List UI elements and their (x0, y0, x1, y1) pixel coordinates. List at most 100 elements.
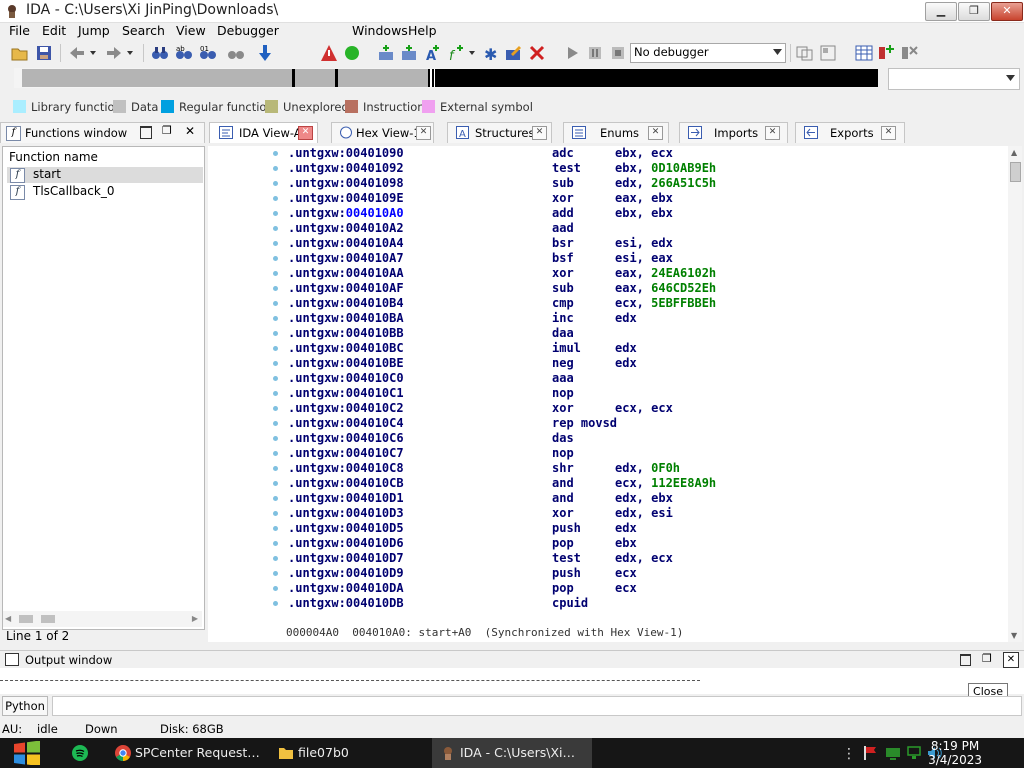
save-icon[interactable] (35, 44, 53, 62)
warning-icon[interactable] (320, 44, 338, 62)
device-icon[interactable] (885, 745, 901, 761)
line-address: .untgxw:004010D5 (288, 521, 404, 535)
float-panel-icon[interactable]: ❐ (162, 124, 172, 137)
more-icon[interactable]: ⋮ (842, 746, 856, 762)
delete-icon[interactable] (528, 44, 546, 62)
function-row-start[interactable]: f start (7, 167, 203, 183)
close-panel-icon[interactable]: ✕ (185, 124, 195, 138)
minimize-button[interactable]: ▁ (925, 2, 957, 21)
asterisk-icon[interactable]: ✱ (482, 44, 500, 62)
search-next-icon[interactable] (227, 44, 245, 62)
navigation-select[interactable] (888, 68, 1020, 90)
binoculars-icon[interactable] (151, 44, 169, 62)
tab-structures[interactable]: A Structures ✕ (447, 122, 552, 143)
debug-windows-icon[interactable] (796, 44, 814, 62)
tab-exports[interactable]: Exports ✕ (795, 122, 905, 143)
spotify-icon[interactable] (72, 745, 88, 761)
grid-table-icon[interactable] (855, 44, 873, 62)
add-string-icon[interactable]: A (424, 44, 442, 62)
play-icon[interactable] (563, 44, 581, 62)
jump-down-icon[interactable] (256, 44, 274, 62)
scroll-left-icon[interactable]: ◀ (5, 614, 11, 623)
scroll-thumb[interactable] (1010, 162, 1021, 182)
scroll-thumb[interactable] (41, 615, 55, 623)
horizontal-scrollbar[interactable]: ◀ ▶ (3, 611, 202, 627)
search-binary-icon[interactable]: 01 (199, 44, 217, 62)
function-name: start (33, 167, 61, 181)
menu-view[interactable]: View (176, 23, 206, 38)
menu-windows[interactable]: Windows (352, 23, 408, 38)
tab-ida-view[interactable]: IDA View-A ✕ (209, 122, 318, 143)
scroll-down-icon[interactable]: ▼ (1011, 631, 1017, 640)
line-marker-dot (273, 496, 278, 501)
forward-arrow-icon[interactable] (105, 44, 123, 62)
instruction-mnemonic: imul (552, 341, 581, 355)
taskbar-item-chrome[interactable]: SPCenter Request… (107, 738, 267, 768)
close-tab-icon[interactable]: ✕ (416, 126, 431, 140)
maximize-button[interactable]: ❐ (958, 2, 990, 21)
python-button[interactable]: Python (2, 696, 48, 716)
close-output-button[interactable]: ✕ (1003, 652, 1019, 668)
navigation-band[interactable] (14, 68, 878, 88)
debugger-select[interactable]: No debugger (630, 43, 786, 63)
chevron-down-icon[interactable] (88, 44, 98, 62)
network-icon[interactable] (906, 745, 922, 761)
menu-search[interactable]: Search (122, 23, 165, 38)
direction-status: Down (85, 722, 118, 736)
add-function-icon[interactable]: f (448, 44, 466, 62)
close-tab-icon[interactable]: ✕ (648, 126, 663, 140)
tile-windows-icon[interactable] (819, 44, 837, 62)
clock-date: 3/4/2023 (928, 753, 982, 767)
menu-help[interactable]: Help (408, 23, 437, 38)
tab-hex-view[interactable]: Hex View-1 ✕ (331, 122, 434, 143)
scroll-up-icon[interactable]: ▲ (1011, 148, 1017, 157)
output-window-icon (5, 653, 19, 666)
disassembly-view[interactable]: .untgxw:00401090 adc ebx, ecx .untgxw:00401… (208, 146, 1022, 642)
line-address: .untgxw:004010DA (288, 581, 404, 595)
float-panel-icon[interactable]: ❐ (982, 652, 992, 665)
close-tab-icon[interactable]: ✕ (765, 126, 780, 140)
line-address: .untgxw:004010A2 (288, 221, 404, 235)
menu-jump[interactable]: Jump (78, 23, 110, 38)
taskbar-item-folder[interactable]: file07b0 (272, 738, 422, 768)
python-command-input[interactable] (52, 696, 1022, 716)
chevron-down-icon[interactable] (467, 44, 477, 62)
pause-icon[interactable] (586, 44, 604, 62)
add-struct-icon[interactable] (400, 44, 418, 62)
maximize-panel-icon[interactable] (960, 654, 971, 666)
tab-enums[interactable]: Enums ✕ (563, 122, 669, 143)
scroll-thumb[interactable] (19, 615, 33, 623)
tab-imports[interactable]: Imports ✕ (679, 122, 788, 143)
add-segment-icon[interactable] (377, 44, 395, 62)
function-name-header[interactable]: Function name (9, 150, 98, 164)
edit-function-icon[interactable] (505, 44, 523, 62)
close-window-button[interactable]: ✕ (991, 2, 1023, 21)
close-tab-icon[interactable]: ✕ (298, 126, 313, 140)
chevron-down-icon[interactable] (125, 44, 135, 62)
menu-edit[interactable]: Edit (42, 23, 66, 38)
close-tab-icon[interactable]: ✕ (532, 126, 547, 140)
flag-icon[interactable] (862, 745, 878, 761)
line-marker-dot (273, 451, 278, 456)
function-row-tlscallback[interactable]: f TlsCallback_0 (7, 184, 203, 200)
search-text-icon[interactable]: ab (175, 44, 193, 62)
scroll-right-icon[interactable]: ▶ (192, 614, 198, 623)
taskbar-item-ida[interactable]: IDA - C:\Users\Xi… (432, 738, 592, 768)
vertical-scrollbar[interactable]: ▲ ▼ (1008, 146, 1022, 642)
windows-start-icon[interactable] (12, 741, 42, 765)
output-log[interactable] (0, 668, 1024, 694)
menu-file[interactable]: File (9, 23, 30, 38)
back-arrow-icon[interactable] (68, 44, 86, 62)
green-circle-icon[interactable] (343, 44, 361, 62)
open-folder-icon[interactable] (11, 44, 29, 62)
toolbar-separator (790, 44, 791, 62)
clock[interactable]: 8:19 PM 3/4/2023 (928, 739, 982, 767)
menu-debugger[interactable]: Debugger (217, 23, 279, 38)
tab-functions-window[interactable]: f Functions window ❐ ✕ (0, 122, 205, 143)
add-breakpoint-icon[interactable] (878, 44, 896, 62)
close-tab-icon[interactable]: ✕ (881, 126, 896, 140)
maximize-panel-icon[interactable] (140, 126, 152, 139)
line-marker-dot (273, 586, 278, 591)
remove-breakpoint-icon[interactable] (901, 44, 919, 62)
stop-icon[interactable] (609, 44, 627, 62)
